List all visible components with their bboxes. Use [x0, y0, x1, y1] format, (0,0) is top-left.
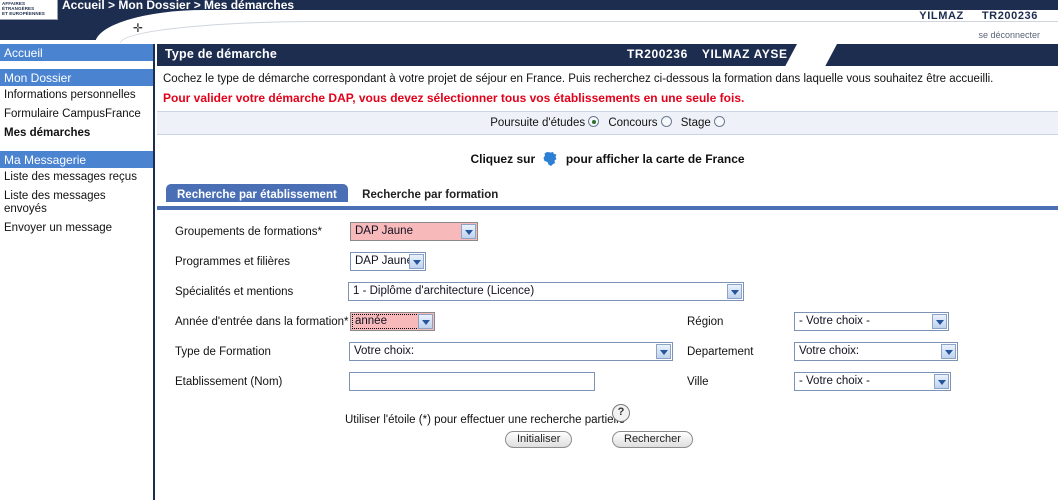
- intro-text: Cochez le type de démarche correspondant…: [163, 73, 994, 85]
- demarche-type-radio-group: Poursuite d'études Concours Stage: [157, 111, 1058, 135]
- map-hint-line: Cliquez sur pour afficher la carte de Fr…: [157, 151, 1058, 170]
- chevron-down-icon[interactable]: [941, 344, 956, 359]
- logo-line-2: ET EUROPÉENNES: [2, 11, 45, 16]
- select-type-de-formation[interactable]: Votre choix:: [349, 342, 673, 361]
- label-specialites-et-mentions: Spécialités et mentions: [175, 286, 294, 298]
- header-user-name: YILMAZ: [919, 10, 964, 22]
- select-annee-entree-formation[interactable]: année: [350, 312, 435, 331]
- chevron-down-icon[interactable]: [418, 314, 433, 329]
- tab-recherche-par-etablissement[interactable]: Recherche par établissement: [166, 184, 348, 202]
- radio-stage[interactable]: [713, 116, 725, 127]
- label-programmes-et-filieres: Programmes et filières: [175, 256, 291, 268]
- header-sweep-decoration-2: [120, 22, 1058, 44]
- title-bar-angle-decoration: [785, 44, 837, 66]
- breadcrumb[interactable]: Accueil > Mon Dossier > Mes démarches: [62, 0, 294, 12]
- select-ville-value: - Votre choix -: [799, 375, 870, 387]
- page-title-user-id: TR200236: [627, 47, 688, 61]
- chevron-down-icon[interactable]: [934, 374, 949, 389]
- label-region: Région: [687, 316, 724, 328]
- sidebar-item-messages-envoyes[interactable]: Liste des messages envoyés: [0, 187, 153, 219]
- sidebar-item-formulaire-campusfrance[interactable]: Formulaire CampusFrance: [0, 105, 153, 124]
- rechercher-button[interactable]: Rechercher: [612, 431, 693, 448]
- select-ville[interactable]: - Votre choix -: [794, 372, 951, 391]
- radio-option-stage[interactable]: Stage: [680, 116, 725, 129]
- sidebar-item-mes-demarches[interactable]: Mes démarches: [0, 124, 153, 143]
- sidebar-section-mon-dossier[interactable]: Mon Dossier: [0, 69, 153, 86]
- radio-concours[interactable]: [660, 116, 672, 127]
- select-type-formation-value: Votre choix:: [354, 345, 415, 357]
- label-annee-entree-formation: Année d'entrée dans la formation*: [175, 316, 349, 328]
- sidebar-section-accueil[interactable]: Accueil: [0, 44, 153, 61]
- label-type-de-formation: Type de Formation: [175, 346, 271, 358]
- select-departement[interactable]: Votre choix:: [794, 342, 958, 361]
- label-departement: Departement: [687, 346, 754, 358]
- chevron-down-icon[interactable]: [932, 314, 947, 329]
- radio-label-stage: Stage: [680, 117, 711, 129]
- warning-text: Pour valider votre démarche DAP, vous de…: [163, 91, 745, 105]
- select-region-value: - Votre choix -: [799, 315, 870, 327]
- map-hint-before: Cliquez sur: [470, 152, 536, 166]
- chevron-down-icon[interactable]: [727, 284, 742, 299]
- page-title: Type de démarche: [165, 47, 278, 61]
- logo-line-1: AFFAIRES ÉTRANGÈRES: [2, 1, 35, 11]
- chevron-down-icon[interactable]: [461, 224, 476, 239]
- header-user-id: TR200236: [981, 10, 1038, 22]
- label-groupements-de-formations: Groupements de formations*: [175, 226, 323, 238]
- select-groupements-de-formations[interactable]: DAP Jaune: [350, 222, 478, 241]
- radio-label-concours: Concours: [608, 117, 658, 129]
- sidebar-item-informations-personnelles[interactable]: Informations personnelles: [0, 86, 153, 105]
- select-programmes-et-filieres[interactable]: DAP Jaune: [350, 252, 426, 271]
- logout-link[interactable]: se déconnecter: [978, 30, 1040, 40]
- search-tabs: Recherche par établissement Recherche pa…: [157, 184, 1058, 210]
- initialiser-button[interactable]: Initialiser: [505, 431, 573, 448]
- search-form: Groupements de formations* DAP Jaune Pro…: [157, 210, 1058, 455]
- page-title-user: TR200236 YILMAZ AYSE: [627, 47, 788, 61]
- mouse-cursor-icon: ✛: [132, 21, 144, 35]
- main-content: Type de démarche TR200236 YILMAZ AYSE Coc…: [157, 44, 1058, 500]
- select-groupements-value: DAP Jaune: [355, 225, 413, 237]
- select-specialites-et-mentions[interactable]: 1 - Diplôme d'architecture (Licence): [348, 282, 744, 301]
- select-programmes-value: DAP Jaune: [355, 255, 413, 267]
- radio-option-poursuite-etudes[interactable]: Poursuite d'études: [490, 116, 600, 129]
- sidebar-section-ma-messagerie[interactable]: Ma Messagerie: [0, 151, 153, 168]
- page-title-bar: Type de démarche TR200236 YILMAZ AYSE: [157, 44, 1058, 66]
- chevron-down-icon[interactable]: [409, 254, 424, 269]
- page-title-user-name: YILMAZ AYSE: [701, 47, 788, 61]
- label-etablissement-nom: Etablissement (Nom): [175, 376, 283, 388]
- select-annee-value: année: [355, 315, 387, 327]
- select-specialites-value: 1 - Diplôme d'architecture (Licence): [353, 285, 535, 297]
- label-ville: Ville: [687, 376, 709, 388]
- select-region[interactable]: - Votre choix -: [794, 312, 949, 331]
- france-map-icon[interactable]: [542, 151, 558, 170]
- sidebar-item-envoyer-message[interactable]: Envoyer un message: [0, 219, 153, 238]
- chevron-down-icon[interactable]: [656, 344, 671, 359]
- partial-search-hint: Utiliser l'étoile (*) pour effectuer une…: [345, 414, 626, 426]
- map-hint-after: pour afficher la carte de France: [565, 152, 745, 166]
- radio-label-poursuite-etudes: Poursuite d'études: [490, 117, 586, 129]
- header-user-info: YILMAZ TR200236: [919, 10, 1038, 22]
- radio-option-concours[interactable]: Concours: [608, 116, 672, 129]
- radio-poursuite-etudes[interactable]: [588, 116, 600, 127]
- select-departement-value: Votre choix:: [799, 345, 860, 357]
- tab-recherche-par-formation[interactable]: Recherche par formation: [351, 184, 510, 202]
- sidebar: Accueil Mon Dossier Informations personn…: [0, 44, 155, 500]
- input-etablissement-nom[interactable]: [349, 372, 595, 391]
- question-mark-icon[interactable]: ?: [612, 404, 630, 422]
- sidebar-item-messages-recus[interactable]: Liste des messages reçus: [0, 168, 153, 187]
- ministry-logo: AFFAIRES ÉTRANGÈRES ET EUROPÉENNES: [0, 0, 58, 20]
